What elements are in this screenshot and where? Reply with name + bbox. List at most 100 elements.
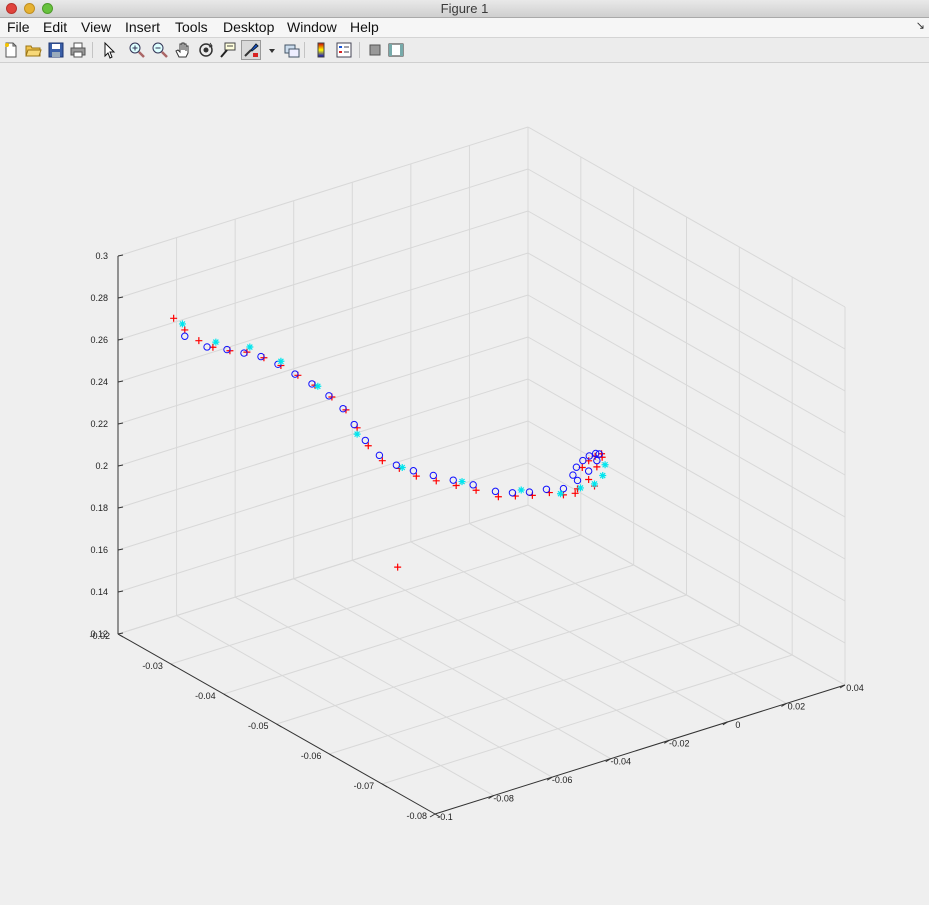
menu-bar: File Edit View Insert Tools Desktop Wind… <box>0 18 929 38</box>
data-point-circle[interactable] <box>429 471 438 480</box>
data-point-plus[interactable] <box>195 337 203 345</box>
y-tick-label: -0.04 <box>195 691 216 701</box>
data-point-star[interactable] <box>591 480 599 488</box>
data-point-circle[interactable] <box>584 467 593 475</box>
axes-3d[interactable]: -0.1-0.08-0.06-0.04-0.0200.020.04-0.08-0… <box>0 62 929 900</box>
z-tick-label: 0.26 <box>90 335 108 345</box>
zoom-in-icon[interactable] <box>128 41 146 59</box>
y-tick <box>329 753 335 758</box>
z-tick <box>117 548 124 551</box>
data-point-circle[interactable] <box>181 332 189 340</box>
data-point-circle[interactable] <box>542 485 551 493</box>
data-point-circle[interactable] <box>449 476 457 484</box>
link-plot-icon[interactable] <box>283 41 301 59</box>
data-point-star[interactable] <box>398 464 406 471</box>
rotate-3d-icon[interactable] <box>197 41 215 59</box>
grid-line <box>117 378 529 509</box>
figure-toolbar <box>0 38 929 63</box>
x-tick-label: -0.08 <box>493 794 514 804</box>
data-point-circle[interactable] <box>203 343 211 351</box>
z-tick-label: 0.16 <box>90 545 108 555</box>
z-tick-label: 0.2 <box>95 461 108 471</box>
data-point-plus[interactable] <box>585 476 593 483</box>
x-tick-label: 0.04 <box>846 683 864 693</box>
hide-plot-tools-icon[interactable] <box>366 41 384 59</box>
data-point-plus[interactable] <box>181 326 189 334</box>
print-icon[interactable] <box>69 41 87 59</box>
legend-icon[interactable] <box>335 41 353 59</box>
data-point-star[interactable] <box>277 357 285 365</box>
data-point-circle[interactable] <box>361 436 370 445</box>
data-point-circle[interactable] <box>508 489 517 497</box>
z-tick <box>117 380 124 383</box>
menu-desktop[interactable]: Desktop <box>223 19 274 35</box>
menu-file[interactable]: File <box>7 19 30 35</box>
pointer-icon[interactable] <box>100 41 118 59</box>
menu-window[interactable]: Window <box>287 19 337 35</box>
new-figure-icon[interactable] <box>2 41 20 59</box>
z-tick <box>117 422 124 425</box>
menu-help[interactable]: Help <box>350 19 379 35</box>
data-point-star[interactable] <box>576 484 584 492</box>
x-tick-label: -0.04 <box>610 757 631 767</box>
data-point-star[interactable] <box>314 382 322 390</box>
data-point-circle[interactable] <box>308 380 316 388</box>
data-point-circle[interactable] <box>240 349 248 357</box>
z-tick-label: 0.24 <box>90 377 108 387</box>
y-tick-label: -0.06 <box>301 751 322 761</box>
data-point-circle[interactable] <box>491 487 500 496</box>
dock-arrow-icon[interactable]: ↘ <box>916 19 925 32</box>
data-point-star[interactable] <box>557 490 565 498</box>
data-point-circle[interactable] <box>339 404 347 413</box>
data-point-circle[interactable] <box>572 463 581 471</box>
data-point-circle[interactable] <box>573 476 582 485</box>
grid-line <box>117 126 529 257</box>
data-point-circle[interactable] <box>257 352 265 361</box>
x-tick <box>429 813 436 818</box>
grid-line <box>329 624 740 755</box>
data-point-star[interactable] <box>599 472 607 480</box>
menu-insert[interactable]: Insert <box>125 19 160 35</box>
data-point-star[interactable] <box>517 486 525 494</box>
show-plot-tools-icon[interactable] <box>387 41 405 59</box>
data-point-star[interactable] <box>178 320 186 328</box>
grid-line <box>117 462 529 593</box>
data-point-star[interactable] <box>601 461 609 469</box>
z-tick <box>117 338 124 341</box>
colorbar-icon[interactable] <box>312 41 330 59</box>
y-tick <box>223 693 229 698</box>
y-tick <box>381 783 388 788</box>
brush-icon[interactable] <box>241 40 261 60</box>
brush-dropdown-icon[interactable] <box>263 41 275 59</box>
pan-hand-icon[interactable] <box>174 41 192 59</box>
data-point-star[interactable] <box>458 478 466 486</box>
y-tick-label: -0.03 <box>142 661 163 671</box>
menu-view[interactable]: View <box>81 19 111 35</box>
grid-line <box>117 294 529 425</box>
data-point-circle[interactable] <box>325 392 333 400</box>
data-point-star[interactable] <box>353 430 361 438</box>
grid-line <box>117 168 529 299</box>
zoom-out-icon[interactable] <box>151 41 169 59</box>
open-file-icon[interactable] <box>24 41 42 59</box>
z-tick-label: 0.3 <box>95 251 108 261</box>
data-point-circle[interactable] <box>525 488 534 496</box>
data-point-circle[interactable] <box>569 471 577 479</box>
data-point-circle[interactable] <box>559 484 568 493</box>
menu-tools[interactable]: Tools <box>175 19 208 35</box>
grid-line <box>382 654 793 785</box>
data-point-plus[interactable] <box>593 463 601 471</box>
data-point-star[interactable] <box>246 343 254 351</box>
toolbar-separator <box>304 42 305 58</box>
menu-edit[interactable]: Edit <box>43 19 67 35</box>
grid-line <box>117 504 529 635</box>
data-point-circle[interactable] <box>375 451 384 460</box>
data-point-circle[interactable] <box>291 370 299 378</box>
data-point-plus[interactable] <box>394 563 402 571</box>
grid-line <box>117 420 529 551</box>
data-point-circle[interactable] <box>469 481 477 489</box>
data-point-star[interactable] <box>212 338 220 346</box>
save-icon[interactable] <box>47 41 65 59</box>
data-cursor-icon[interactable] <box>219 41 237 59</box>
grid-line <box>117 336 529 467</box>
